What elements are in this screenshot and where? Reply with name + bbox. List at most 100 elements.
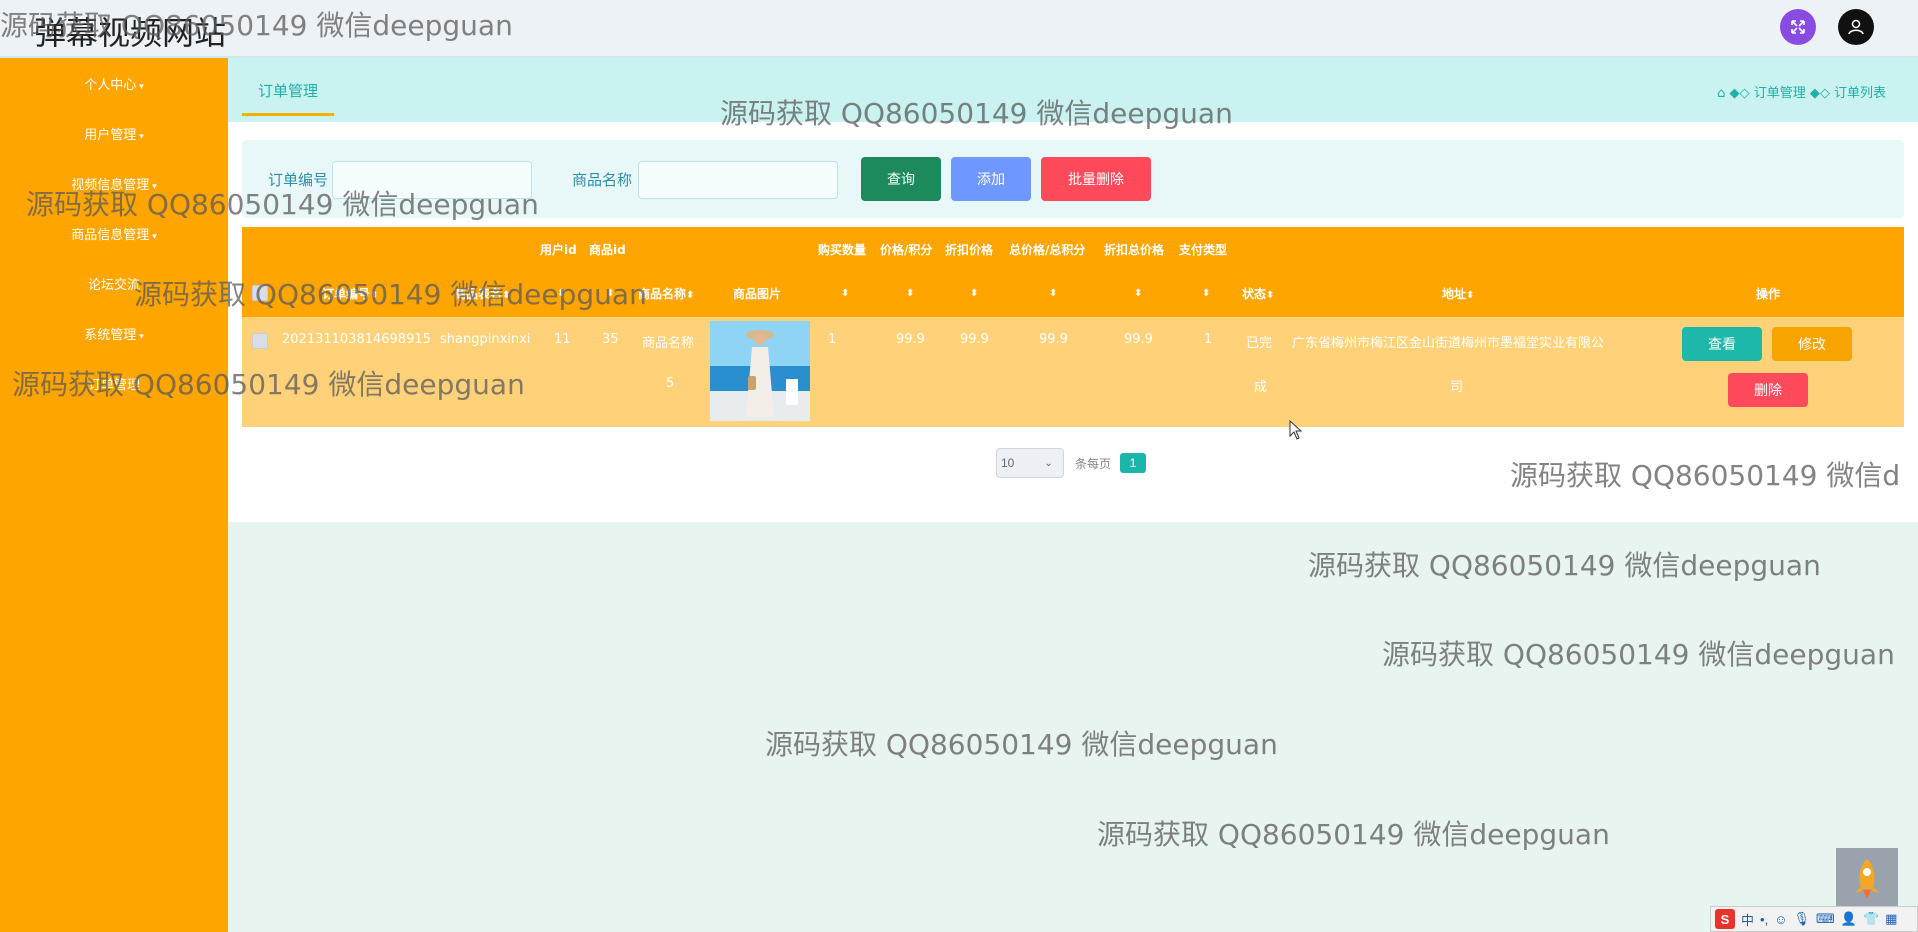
sogou-logo-icon[interactable]: S [1715, 909, 1735, 929]
cell-discount-price: 99.9 [960, 332, 989, 347]
home-icon[interactable]: ⌂ [1717, 86, 1725, 101]
product-name-input[interactable] [638, 161, 838, 199]
breadcrumb-separator-icon: ◆◇ [1729, 86, 1754, 101]
cell-order-no: 202131103814698915 [282, 332, 431, 347]
header-user-id-sort[interactable]: ⬍ [557, 285, 565, 299]
header-status[interactable]: 状态⬍ [1242, 285, 1274, 302]
select-all-checkbox[interactable] [252, 285, 268, 301]
punctuation-icon[interactable]: •, [1760, 912, 1768, 927]
cell-quantity: 1 [828, 332, 837, 347]
header-actions: 操作 [1756, 287, 1781, 301]
caret-down-icon: ▾ [152, 182, 157, 192]
sidebar-item-label: 个人中心 [84, 78, 137, 93]
view-button[interactable]: 查看 [1682, 327, 1762, 361]
edit-button[interactable]: 修改 [1772, 327, 1852, 361]
header-price-points: 价格/积分 [880, 243, 933, 257]
cell-table-name: shangpinxinxi [440, 332, 531, 347]
sidebar-item-label: 订单管理 [87, 378, 140, 393]
toolbox-icon[interactable]: ▦ [1885, 911, 1897, 927]
mouse-cursor-icon [1289, 419, 1303, 445]
header-discount-total: 折扣总价格 [1104, 243, 1165, 257]
caret-down-icon: ▾ [152, 232, 157, 242]
watermark: 源码获取 QQ86050149 微信deepguan [1382, 638, 1895, 671]
header-price-sort[interactable]: ⬍ [906, 285, 914, 299]
header-pay-type: 支付类型 [1179, 243, 1228, 257]
table-row: 202131103814698915 shangpinxinxi 11 35 商… [242, 317, 1904, 427]
sidebar-item-products[interactable]: 商品信息管理 ▾ [0, 224, 228, 243]
per-page-label: 条每页 [1075, 457, 1112, 471]
sidebar: 个人中心 ▾ 用户管理 ▾ 视频信息管理 ▾ 商品信息管理 ▾ 论坛交流 系统管理 ▾ 订… [0, 58, 228, 932]
keyboard-icon[interactable]: ⌨ [1816, 911, 1835, 927]
user-icon[interactable]: 👤 [1841, 911, 1857, 927]
delete-button[interactable]: 删除 [1728, 373, 1808, 407]
orders-table: 订单编号⬍ 商品表名⬍ 用户id ⬍ 商品id ⬍ 商品名称⬍ 商品图片 购买数… [242, 227, 1904, 427]
sidebar-item-personal-center[interactable]: 个人中心 ▾ [0, 74, 228, 93]
caret-down-icon: ▾ [139, 82, 144, 92]
breadcrumb-separator-icon: ◆◇ [1809, 86, 1834, 101]
content-header: 订单管理 ⌂ ◆◇ 订单管理 ◆◇ 订单列表 [228, 58, 1918, 122]
header-quantity-sort[interactable]: ⬍ [841, 285, 849, 299]
header-total-price: 总价格/总积分 [1009, 243, 1086, 257]
product-name-label: 商品名称 [572, 171, 633, 189]
cell-discount-total: 99.9 [1124, 332, 1153, 347]
cell-pay-type: 1 [1204, 332, 1213, 347]
table-header: 订单编号⬍ 商品表名⬍ 用户id ⬍ 商品id ⬍ 商品名称⬍ 商品图片 购买数… [242, 227, 1904, 317]
watermark: 源码获取 QQ86050149 微信deepguan [1097, 818, 1610, 851]
cell-address-cont: 司 [1450, 380, 1464, 395]
user-avatar-icon[interactable] [1838, 9, 1874, 45]
cell-product-name: 商品名称 [642, 336, 695, 351]
sidebar-item-users[interactable]: 用户管理 ▾ [0, 124, 228, 143]
page-number-button[interactable]: 1 [1120, 453, 1146, 473]
caret-down-icon: ▾ [139, 332, 144, 342]
cell-status-cont: 成 [1254, 380, 1268, 395]
header-table-name[interactable]: 商品表名⬍ [454, 285, 510, 302]
add-button[interactable]: 添加 [951, 157, 1031, 201]
header-quantity: 购买数量 [818, 243, 867, 257]
sidebar-item-system[interactable]: 系统管理 ▾ [0, 324, 228, 343]
cell-price: 99.9 [896, 332, 925, 347]
chevron-down-icon: ⌄ [1044, 457, 1053, 469]
sidebar-item-label: 论坛交流 [87, 278, 140, 293]
cell-total-price: 99.9 [1039, 332, 1068, 347]
microphone-icon[interactable]: 🎙 [1793, 911, 1810, 927]
tab-orders[interactable]: 订单管理 [242, 68, 335, 116]
sidebar-item-label: 商品信息管理 [71, 228, 150, 243]
ime-mode-toggle[interactable]: 中 [1741, 910, 1754, 929]
cell-user-id: 11 [554, 332, 571, 347]
skin-icon[interactable]: 👕 [1863, 911, 1879, 927]
header-product-id-sort[interactable]: ⬍ [606, 285, 614, 299]
sidebar-item-videos[interactable]: 视频信息管理 ▾ [0, 174, 228, 193]
page-size-select[interactable]: 10 ⌄ [996, 448, 1064, 478]
sidebar-item-label: 视频信息管理 [71, 178, 150, 193]
cell-address: 广东省梅州市梅江区金山街道梅州市墨福堂实业有限公 [1292, 336, 1605, 351]
header-address[interactable]: 地址⬍ [1442, 285, 1474, 302]
product-image [710, 321, 810, 421]
header-pay-type-sort[interactable]: ⬍ [1202, 285, 1210, 299]
breadcrumb-item[interactable]: 订单管理 [1754, 86, 1806, 101]
header-discount-total-sort[interactable]: ⬍ [1134, 285, 1142, 299]
sidebar-item-forum[interactable]: 论坛交流 [0, 274, 228, 293]
batch-delete-button[interactable]: 批量删除 [1041, 157, 1151, 201]
row-checkbox[interactable] [252, 333, 268, 349]
order-number-input[interactable] [332, 161, 532, 199]
cell-product-id: 35 [602, 332, 619, 347]
order-number-label: 订单编号 [268, 171, 329, 189]
ime-toolbar: S 中 •, ☺ 🎙 ⌨ 👤 👕 ▦ [1710, 906, 1918, 932]
breadcrumb: ⌂ ◆◇ 订单管理 ◆◇ 订单列表 [1717, 82, 1886, 101]
cell-product-name-cont: 5 [666, 376, 675, 391]
emoji-icon[interactable]: ☺ [1774, 912, 1787, 927]
cell-status: 已完 [1246, 336, 1273, 351]
sidebar-item-orders[interactable]: 订单管理 [0, 374, 228, 393]
breadcrumb-item: 订单列表 [1833, 86, 1886, 101]
header-discount-sort[interactable]: ⬍ [970, 285, 978, 299]
fullscreen-icon[interactable] [1780, 9, 1816, 45]
header-total-sort[interactable]: ⬍ [1049, 285, 1057, 299]
search-panel: 订单编号 商品名称 查询 添加 批量删除 [242, 140, 1904, 218]
header-product-name[interactable]: 商品名称⬍ [638, 285, 694, 302]
sidebar-item-label: 用户管理 [84, 128, 137, 143]
sidebar-item-label: 系统管理 [84, 328, 137, 343]
header-order-no[interactable]: 订单编号⬍ [322, 285, 378, 302]
back-to-top-rocket-icon[interactable] [1836, 848, 1898, 910]
query-button[interactable]: 查询 [861, 157, 941, 201]
top-bar: 弹幕视频网站 [0, 0, 1918, 58]
